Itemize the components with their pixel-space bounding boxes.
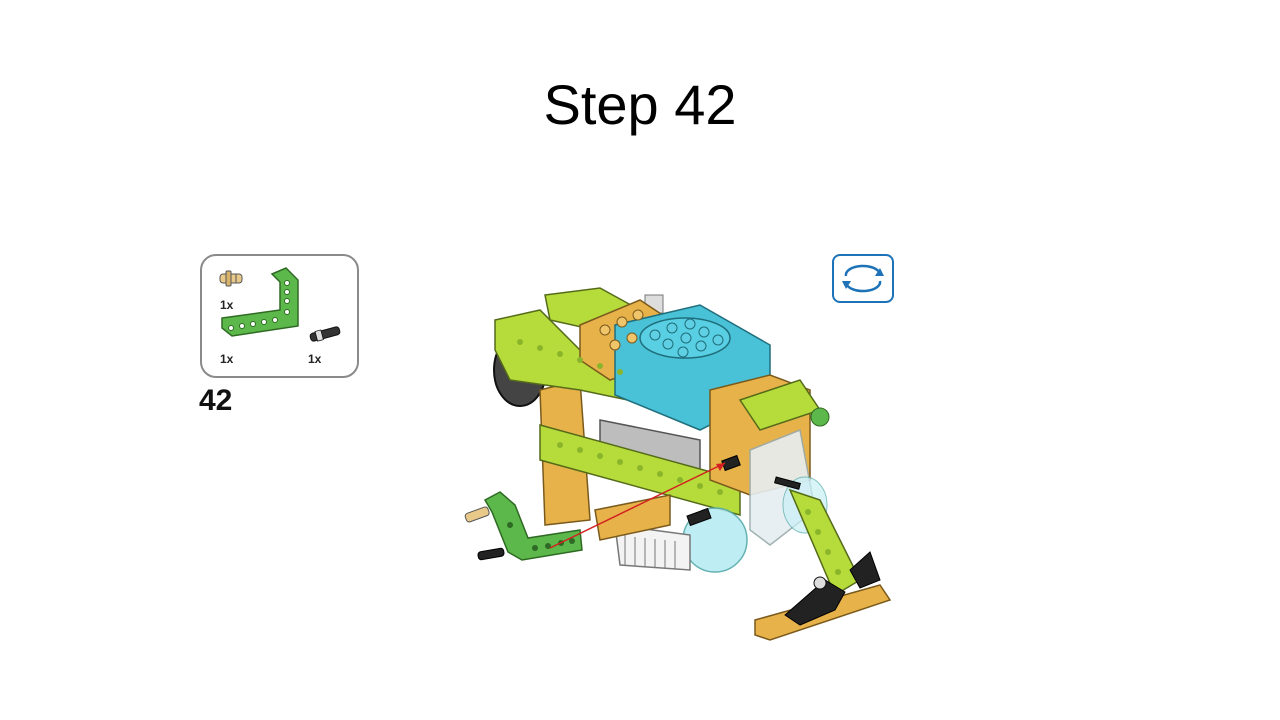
part-qty-axle: 1x <box>308 352 322 366</box>
tan-connector-pin-icon <box>219 270 243 287</box>
step-title: Step 42 <box>543 73 737 136</box>
part-qty-beam: 1x <box>220 352 234 366</box>
part-qty-pin: 1x <box>220 298 234 312</box>
model-illustration <box>464 287 892 641</box>
step-number: 42 <box>199 384 233 417</box>
parts-list-callout: 1x 1x 1x <box>200 254 359 378</box>
black-axle-pin-icon <box>309 326 341 342</box>
